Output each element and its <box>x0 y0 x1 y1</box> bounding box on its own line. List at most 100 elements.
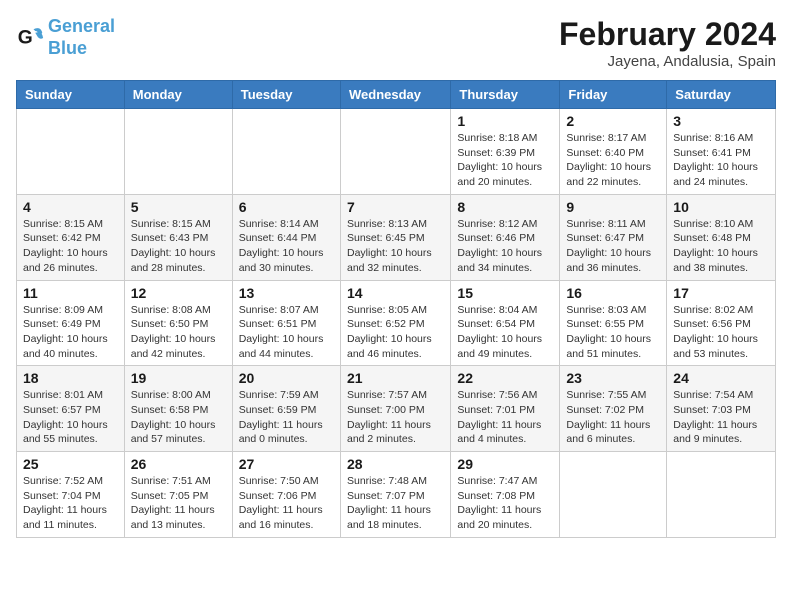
day-info: Sunrise: 7:50 AM Sunset: 7:06 PM Dayligh… <box>239 474 334 533</box>
calendar-cell: 18 Sunrise: 8:01 AM Sunset: 6:57 PM Dayli… <box>17 366 125 452</box>
calendar-cell: 3 Sunrise: 8:16 AM Sunset: 6:41 PM Daylig… <box>667 109 776 195</box>
logo-blue: Blue <box>48 38 87 58</box>
month-year-title: February 2024 <box>559 16 776 53</box>
day-info: Sunrise: 7:52 AM Sunset: 7:04 PM Dayligh… <box>23 474 118 533</box>
day-number: 29 <box>457 456 553 472</box>
calendar-cell: 16 Sunrise: 8:03 AM Sunset: 6:55 PM Dayli… <box>560 280 667 366</box>
calendar-cell <box>17 109 125 195</box>
day-info: Sunrise: 7:48 AM Sunset: 7:07 PM Dayligh… <box>347 474 444 533</box>
day-info: Sunrise: 8:03 AM Sunset: 6:55 PM Dayligh… <box>566 303 660 362</box>
day-number: 2 <box>566 113 660 129</box>
day-info: Sunrise: 8:07 AM Sunset: 6:51 PM Dayligh… <box>239 303 334 362</box>
calendar-cell: 2 Sunrise: 8:17 AM Sunset: 6:40 PM Daylig… <box>560 109 667 195</box>
day-number: 12 <box>131 285 226 301</box>
day-number: 22 <box>457 370 553 386</box>
calendar-cell <box>560 452 667 538</box>
calendar-cell: 12 Sunrise: 8:08 AM Sunset: 6:50 PM Dayli… <box>124 280 232 366</box>
day-number: 21 <box>347 370 444 386</box>
day-number: 26 <box>131 456 226 472</box>
day-number: 17 <box>673 285 769 301</box>
day-number: 23 <box>566 370 660 386</box>
calendar-cell <box>124 109 232 195</box>
calendar-cell: 4 Sunrise: 8:15 AM Sunset: 6:42 PM Daylig… <box>17 194 125 280</box>
logo-text: General Blue <box>48 16 115 59</box>
calendar-cell <box>667 452 776 538</box>
day-number: 3 <box>673 113 769 129</box>
day-info: Sunrise: 7:56 AM Sunset: 7:01 PM Dayligh… <box>457 388 553 447</box>
day-number: 7 <box>347 199 444 215</box>
day-info: Sunrise: 8:00 AM Sunset: 6:58 PM Dayligh… <box>131 388 226 447</box>
day-number: 16 <box>566 285 660 301</box>
logo-icon: G <box>16 24 44 52</box>
day-info: Sunrise: 8:18 AM Sunset: 6:39 PM Dayligh… <box>457 131 553 190</box>
day-number: 18 <box>23 370 118 386</box>
logo: G General Blue <box>16 16 115 59</box>
day-info: Sunrise: 8:15 AM Sunset: 6:43 PM Dayligh… <box>131 217 226 276</box>
day-info: Sunrise: 8:02 AM Sunset: 6:56 PM Dayligh… <box>673 303 769 362</box>
calendar-cell: 14 Sunrise: 8:05 AM Sunset: 6:52 PM Dayli… <box>340 280 450 366</box>
day-number: 27 <box>239 456 334 472</box>
day-info: Sunrise: 7:51 AM Sunset: 7:05 PM Dayligh… <box>131 474 226 533</box>
day-info: Sunrise: 8:14 AM Sunset: 6:44 PM Dayligh… <box>239 217 334 276</box>
day-number: 6 <box>239 199 334 215</box>
location-subtitle: Jayena, Andalusia, Spain <box>559 53 776 70</box>
day-info: Sunrise: 7:54 AM Sunset: 7:03 PM Dayligh… <box>673 388 769 447</box>
day-header-saturday: Saturday <box>667 81 776 109</box>
day-info: Sunrise: 7:57 AM Sunset: 7:00 PM Dayligh… <box>347 388 444 447</box>
logo-general: General <box>48 16 115 36</box>
title-area: February 2024 Jayena, Andalusia, Spain <box>559 16 776 70</box>
day-number: 10 <box>673 199 769 215</box>
day-number: 9 <box>566 199 660 215</box>
day-number: 24 <box>673 370 769 386</box>
day-number: 4 <box>23 199 118 215</box>
day-info: Sunrise: 7:47 AM Sunset: 7:08 PM Dayligh… <box>457 474 553 533</box>
day-header-wednesday: Wednesday <box>340 81 450 109</box>
day-header-sunday: Sunday <box>17 81 125 109</box>
page-header: G General Blue February 2024 Jayena, And… <box>16 16 776 70</box>
day-info: Sunrise: 8:08 AM Sunset: 6:50 PM Dayligh… <box>131 303 226 362</box>
calendar-cell: 25 Sunrise: 7:52 AM Sunset: 7:04 PM Dayli… <box>17 452 125 538</box>
calendar-cell: 8 Sunrise: 8:12 AM Sunset: 6:46 PM Daylig… <box>451 194 560 280</box>
calendar-cell: 29 Sunrise: 7:47 AM Sunset: 7:08 PM Dayli… <box>451 452 560 538</box>
calendar-cell: 13 Sunrise: 8:07 AM Sunset: 6:51 PM Dayli… <box>232 280 340 366</box>
day-info: Sunrise: 8:09 AM Sunset: 6:49 PM Dayligh… <box>23 303 118 362</box>
day-info: Sunrise: 8:17 AM Sunset: 6:40 PM Dayligh… <box>566 131 660 190</box>
calendar-cell: 1 Sunrise: 8:18 AM Sunset: 6:39 PM Daylig… <box>451 109 560 195</box>
day-number: 1 <box>457 113 553 129</box>
day-info: Sunrise: 8:15 AM Sunset: 6:42 PM Dayligh… <box>23 217 118 276</box>
day-info: Sunrise: 8:10 AM Sunset: 6:48 PM Dayligh… <box>673 217 769 276</box>
calendar-cell: 11Sunrise: 8:09 AM Sunset: 6:49 PM Dayli… <box>17 280 125 366</box>
calendar-cell: 7 Sunrise: 8:13 AM Sunset: 6:45 PM Daylig… <box>340 194 450 280</box>
day-number: 25 <box>23 456 118 472</box>
day-info: Sunrise: 8:12 AM Sunset: 6:46 PM Dayligh… <box>457 217 553 276</box>
day-number: 15 <box>457 285 553 301</box>
svg-text:G: G <box>18 27 33 48</box>
day-number: 19 <box>131 370 226 386</box>
day-info: Sunrise: 7:59 AM Sunset: 6:59 PM Dayligh… <box>239 388 334 447</box>
day-info: Sunrise: 8:01 AM Sunset: 6:57 PM Dayligh… <box>23 388 118 447</box>
day-info: Sunrise: 7:55 AM Sunset: 7:02 PM Dayligh… <box>566 388 660 447</box>
calendar-week-row: 25 Sunrise: 7:52 AM Sunset: 7:04 PM Dayli… <box>17 452 776 538</box>
calendar-week-row: 11Sunrise: 8:09 AM Sunset: 6:49 PM Dayli… <box>17 280 776 366</box>
calendar-cell: 24 Sunrise: 7:54 AM Sunset: 7:03 PM Dayli… <box>667 366 776 452</box>
calendar-cell: 17 Sunrise: 8:02 AM Sunset: 6:56 PM Dayli… <box>667 280 776 366</box>
day-number: 5 <box>131 199 226 215</box>
day-info: Sunrise: 8:05 AM Sunset: 6:52 PM Dayligh… <box>347 303 444 362</box>
day-number: 13 <box>239 285 334 301</box>
day-info: Sunrise: 8:11 AM Sunset: 6:47 PM Dayligh… <box>566 217 660 276</box>
calendar-cell: 23 Sunrise: 7:55 AM Sunset: 7:02 PM Dayli… <box>560 366 667 452</box>
calendar-cell: 22 Sunrise: 7:56 AM Sunset: 7:01 PM Dayli… <box>451 366 560 452</box>
calendar-cell: 19 Sunrise: 8:00 AM Sunset: 6:58 PM Dayli… <box>124 366 232 452</box>
day-info: Sunrise: 8:13 AM Sunset: 6:45 PM Dayligh… <box>347 217 444 276</box>
day-number: 8 <box>457 199 553 215</box>
calendar-cell <box>340 109 450 195</box>
day-header-thursday: Thursday <box>451 81 560 109</box>
calendar-cell: 27 Sunrise: 7:50 AM Sunset: 7:06 PM Dayli… <box>232 452 340 538</box>
day-info: Sunrise: 8:04 AM Sunset: 6:54 PM Dayligh… <box>457 303 553 362</box>
calendar-cell: 15 Sunrise: 8:04 AM Sunset: 6:54 PM Dayli… <box>451 280 560 366</box>
calendar-week-row: 4 Sunrise: 8:15 AM Sunset: 6:42 PM Daylig… <box>17 194 776 280</box>
day-info: Sunrise: 8:16 AM Sunset: 6:41 PM Dayligh… <box>673 131 769 190</box>
day-number: 28 <box>347 456 444 472</box>
day-header-tuesday: Tuesday <box>232 81 340 109</box>
day-number: 14 <box>347 285 444 301</box>
